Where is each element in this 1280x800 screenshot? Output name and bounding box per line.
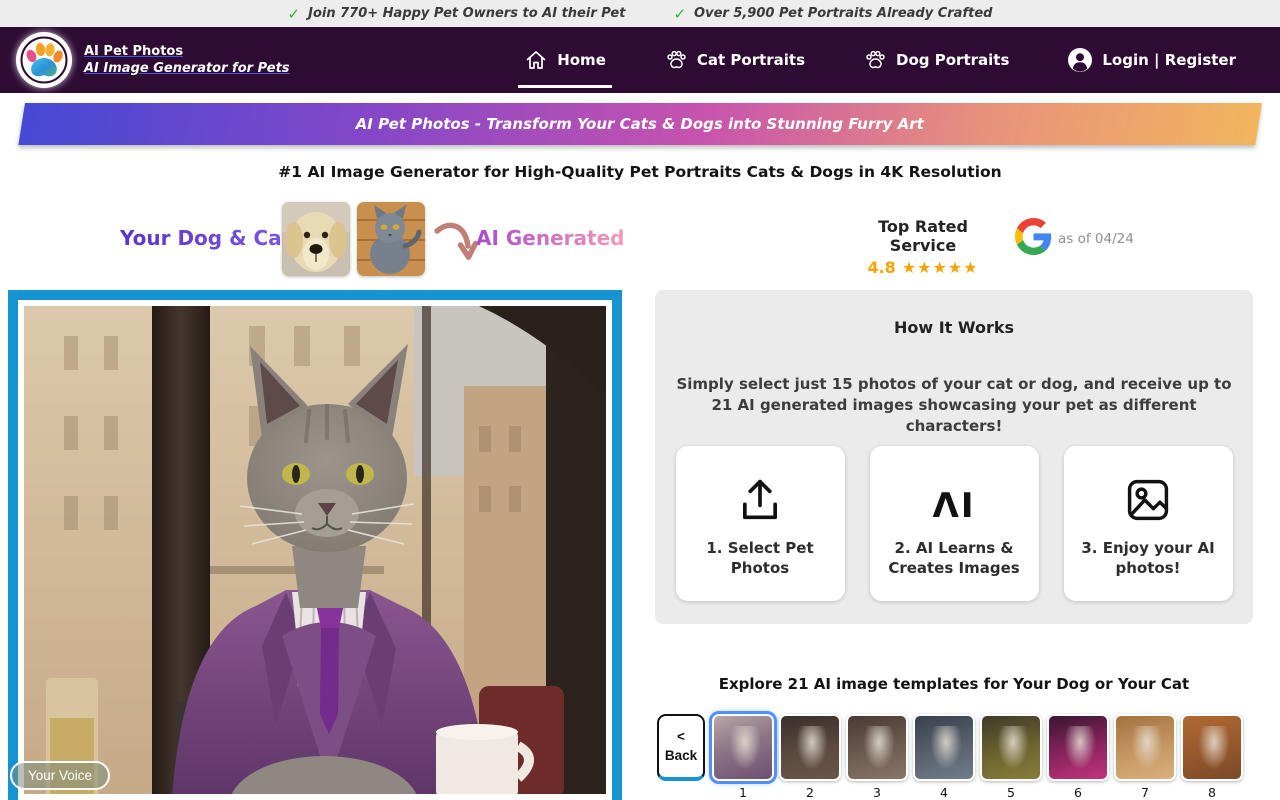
template-item: 7 [1114, 714, 1176, 800]
rating-value: 4.8 [867, 258, 895, 277]
template-carousel: < Back 1 2 3 4 5 6 7 [657, 714, 1243, 800]
brand-home-link[interactable]: AI Pet Photos AI Image Generator for Pet… [16, 32, 290, 88]
your-voice-button[interactable]: Your Voice [10, 761, 110, 790]
user-icon [1067, 47, 1093, 73]
nav-cat-portraits[interactable]: Cat Portraits [664, 27, 805, 93]
template-thumb-cat-cafe-purple-suit[interactable] [712, 714, 774, 781]
template-number: 7 [1141, 785, 1149, 800]
how-it-works-description: Simply select just 15 photos of your cat… [675, 374, 1233, 437]
template-item: 1 [712, 714, 774, 800]
showcase-image [24, 306, 606, 794]
template-number: 4 [940, 785, 948, 800]
promo-banner-text: AI Pet Photos - Transform Your Cats & Do… [356, 115, 924, 133]
promo-banner: AI Pet Photos - Transform Your Cats & Do… [18, 103, 1262, 145]
template-item: 2 [779, 714, 841, 800]
template-item: 4 [913, 714, 975, 800]
template-thumb-dog-yellow-jacket[interactable] [980, 714, 1042, 781]
brand-text: AI Pet Photos AI Image Generator for Pet… [84, 44, 290, 76]
how-it-works-title: How It Works [655, 318, 1253, 337]
step-label: 2. AI Learns & Creates Images [870, 532, 1039, 579]
rating-block: Top Rated Service 4.8 ★★★★★ [843, 217, 1003, 277]
page-headline: #1 AI Image Generator for High-Quality P… [0, 163, 1280, 181]
your-pets-label: Your Dog & Cat [120, 226, 291, 250]
step-card-ai-learns: ΛI 2. AI Learns & Creates Images [870, 446, 1039, 601]
announcement-item: ✓ Join 770+ Happy Pet Owners to AI their… [288, 5, 626, 23]
main-nav: Home Cat Portraits Dog P [524, 27, 1236, 93]
paw-logo-icon [16, 32, 72, 88]
template-item: 6 [1047, 714, 1109, 800]
nav-label: Cat Portraits [697, 51, 805, 69]
template-thumb-cat-astronaut[interactable] [913, 714, 975, 781]
step-card-enjoy-photos: 3. Enjoy your AI photos! [1064, 446, 1233, 601]
nav-login-register[interactable]: Login | Register [1067, 27, 1236, 93]
home-icon [524, 48, 548, 72]
template-number: 3 [873, 785, 881, 800]
top-announcement-bar: ✓ Join 770+ Happy Pet Owners to AI their… [0, 0, 1280, 27]
template-thumb-cat-red-scarf-sunset[interactable] [1181, 714, 1243, 781]
ai-generated-label: AI Generated [476, 226, 624, 250]
brand-subtitle[interactable]: AI Image Generator for Pets [84, 61, 290, 76]
image-icon [1122, 446, 1174, 532]
page: ✓ Join 770+ Happy Pet Owners to AI their… [0, 0, 1280, 800]
step-label: 1. Select Pet Photos [676, 532, 845, 579]
steps-row: 1. Select Pet Photos ΛI 2. AI Learns & C… [655, 446, 1253, 601]
showcase-image-frame [8, 290, 622, 800]
template-thumb-cat-red-bandana[interactable] [846, 714, 908, 781]
nav-dog-portraits[interactable]: Dog Portraits [863, 27, 1009, 93]
nav-home[interactable]: Home [524, 27, 606, 93]
back-label: Back [665, 747, 697, 765]
explore-title: Explore 21 AI image templates for Your D… [655, 675, 1253, 693]
template-number: 6 [1074, 785, 1082, 800]
step-label: 3. Enjoy your AI photos! [1064, 532, 1233, 579]
nav-label: Home [557, 51, 606, 69]
template-item: 8 [1181, 714, 1243, 800]
brand-title[interactable]: AI Pet Photos [84, 44, 290, 59]
announcement-text: Over 5,900 Pet Portraits Already Crafted [694, 6, 992, 21]
paw-icon [863, 48, 887, 72]
curved-down-arrow-icon [432, 218, 478, 272]
template-thumb-cat-outdoor-bar[interactable] [1114, 714, 1176, 781]
rating-row: 4.8 ★★★★★ [843, 258, 1003, 277]
rating-title: Top Rated Service [843, 217, 1003, 255]
back-button[interactable]: < Back [657, 714, 705, 781]
template-thumb-dog-winter-hat-wine[interactable] [779, 714, 841, 781]
header: AI Pet Photos AI Image Generator for Pet… [0, 27, 1280, 93]
nav-label: Dog Portraits [896, 51, 1009, 69]
template-number: 1 [739, 785, 747, 800]
template-number: 2 [806, 785, 814, 800]
rating-stars: ★★★★★ [902, 258, 979, 277]
template-item: 3 [846, 714, 908, 800]
google-g-icon [1015, 218, 1052, 259]
nav-label: Login | Register [1102, 51, 1236, 69]
step-card-select-photos: 1. Select Pet Photos [676, 446, 845, 601]
how-it-works-panel: How It Works Simply select just 15 photo… [655, 290, 1253, 624]
template-thumb-cat-rockstar[interactable] [1047, 714, 1109, 781]
announcement-text: Join 770+ Happy Pet Owners to AI their P… [308, 6, 625, 21]
check-icon: ✓ [673, 5, 686, 23]
template-number: 5 [1007, 785, 1015, 800]
paw-icon [664, 48, 688, 72]
template-number: 8 [1208, 785, 1216, 800]
dog-photo [282, 202, 350, 276]
template-item: 5 [980, 714, 1042, 800]
check-icon: ✓ [288, 5, 301, 23]
upload-icon [734, 446, 786, 532]
ai-icon: ΛI [933, 446, 976, 532]
cat-photo [357, 202, 425, 276]
rating-date-note: as of 04/24 [1058, 231, 1134, 247]
announcement-item: ✓ Over 5,900 Pet Portraits Already Craft… [673, 5, 992, 23]
back-chevron: < [677, 728, 685, 746]
